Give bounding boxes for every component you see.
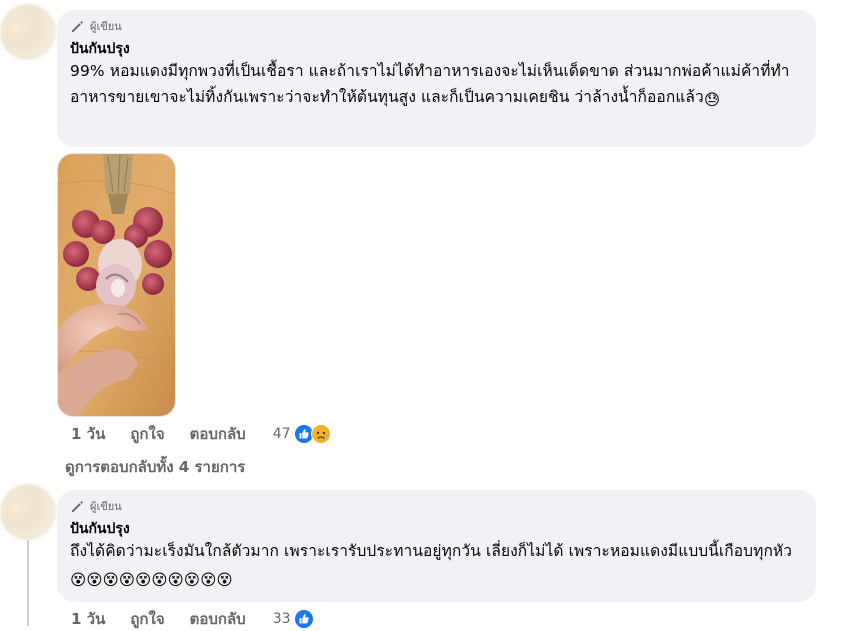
dizzy-face-emojis: 😵😵😵😵😵😵😵😵😵😵 — [70, 571, 233, 589]
author-avatar[interactable] — [0, 484, 56, 540]
reply-button[interactable]: ตอบกลับ — [190, 607, 246, 631]
comment-text: 99% หอมแดงมีทุกพวงที่เป็นเชื้อรา และถ้าเ… — [70, 58, 803, 113]
like-icon — [293, 609, 314, 629]
author-badge: ผู้เขียน — [70, 18, 803, 34]
like-button[interactable]: ถูกใจ — [130, 422, 164, 446]
comment-actions: 1 วัน ถูกใจ ตอบกลับ 33 — [71, 607, 314, 631]
reaction-count: 47 — [272, 426, 291, 442]
reaction-summary[interactable]: 47 — [273, 424, 331, 444]
comment-text: ถึงได้คิดว่ามะเร็งมันใกล้ตัวมาก เพราะเรา… — [70, 538, 803, 593]
like-button[interactable]: ถูกใจ — [130, 607, 164, 631]
comment-photo[interactable] — [57, 153, 176, 417]
comment-author[interactable]: ปันกันปรุง — [70, 40, 803, 58]
comment-timestamp[interactable]: 1 วัน — [71, 607, 105, 631]
author-badge-label: ผู้เขียน — [90, 500, 122, 513]
reaction-count: 33 — [272, 611, 291, 627]
comment-author[interactable]: ปันกันปรุง — [70, 520, 803, 538]
pencil-icon — [71, 500, 83, 512]
reply-button[interactable]: ตอบกลับ — [190, 422, 246, 446]
thread-line — [27, 540, 29, 626]
comment-timestamp[interactable]: 1 วัน — [71, 422, 105, 446]
comment-text-body: 99% หอมแดงมีทุกพวงที่เป็นเชื้อรา และถ้าเ… — [70, 62, 790, 106]
comment-bubble: ผู้เขียน ปันกันปรุง 99% หอมแดงมีทุกพวงที… — [57, 10, 816, 147]
shallot-photo-image — [58, 154, 175, 416]
comment-actions: 1 วัน ถูกใจ ตอบกลับ 47 — [71, 422, 331, 446]
author-avatar[interactable] — [0, 4, 56, 60]
sweat-emoji: 😓 — [703, 91, 721, 109]
view-replies-link[interactable]: ดูการตอบกลับทั้ง 4 รายการ — [65, 455, 245, 479]
pencil-icon — [71, 20, 83, 32]
author-badge: ผู้เขียน — [70, 498, 803, 514]
comment-bubble: ผู้เขียน ปันกันปรุง ถึงได้คิดว่ามะเร็งมั… — [57, 490, 816, 602]
reaction-summary[interactable]: 33 — [273, 609, 314, 629]
author-badge-label: ผู้เขียน — [90, 20, 122, 33]
comment-text-body: ถึงได้คิดว่ามะเร็งมันใกล้ตัวมาก เพราะเรา… — [70, 542, 793, 560]
sad-icon — [310, 424, 331, 444]
